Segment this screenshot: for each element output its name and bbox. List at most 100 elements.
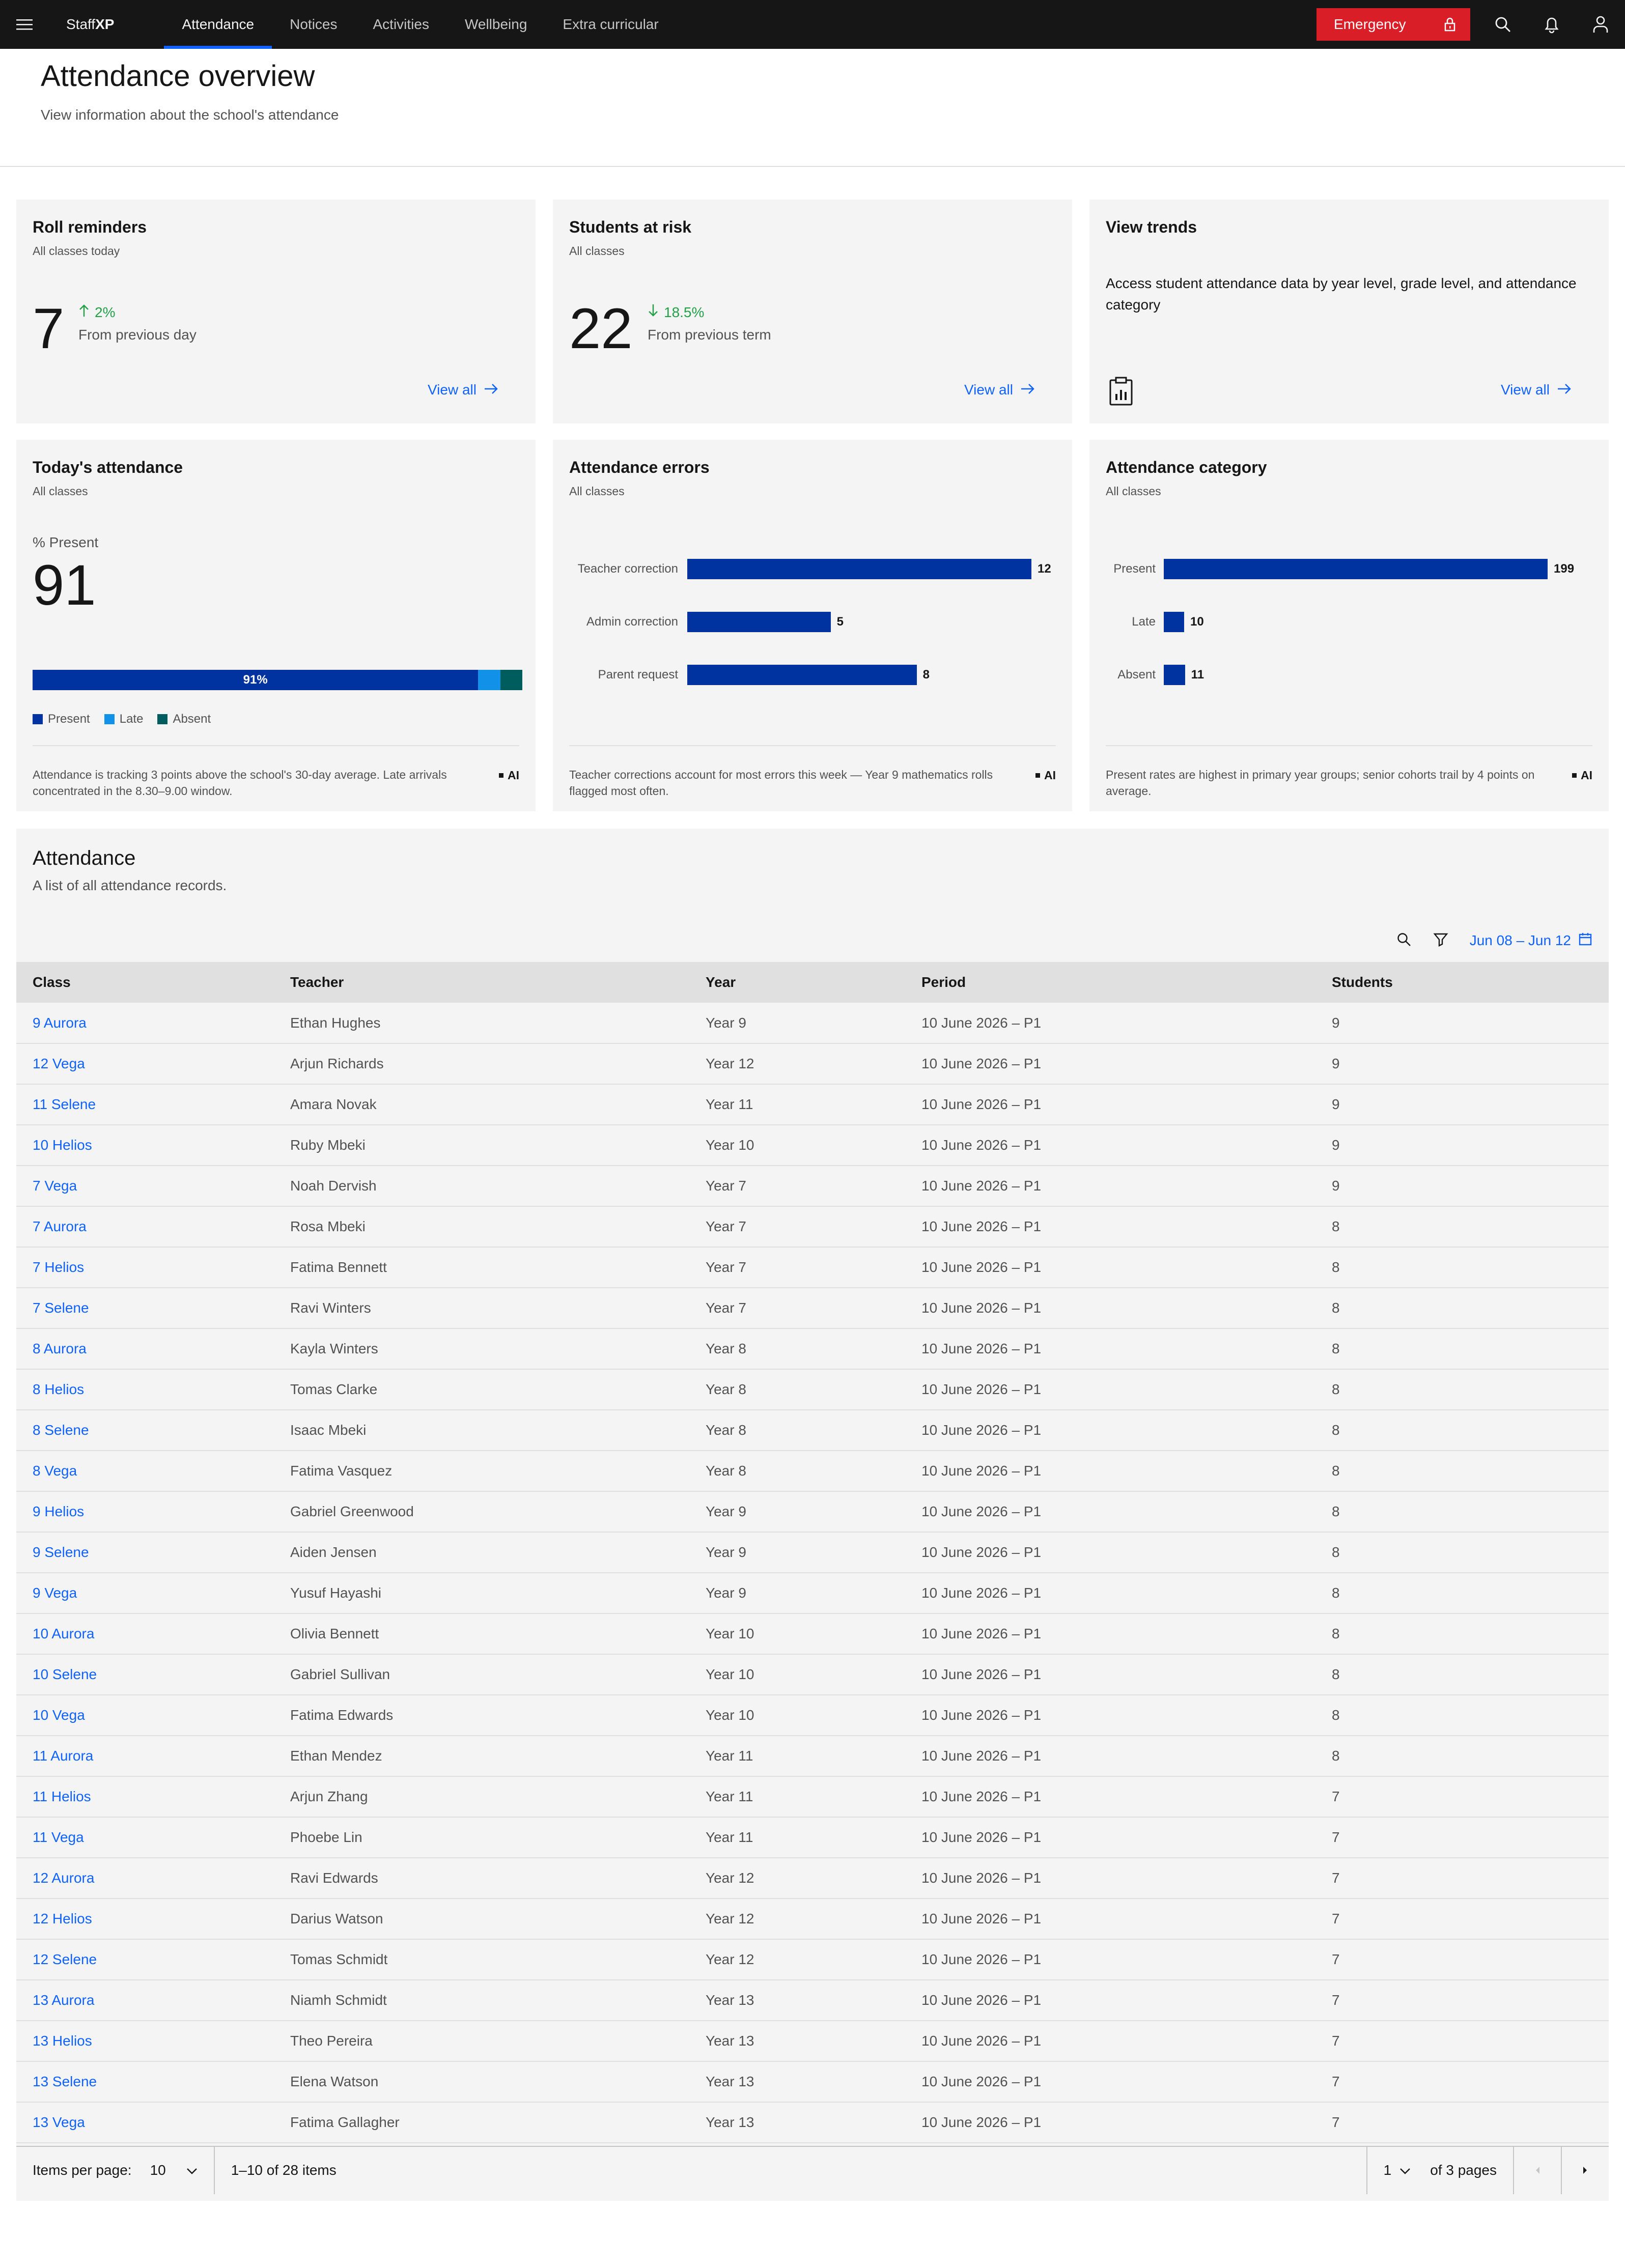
legend-swatch bbox=[33, 714, 43, 724]
cell-period: 10 June 2026 – P1 bbox=[905, 1573, 1315, 1614]
bar-teacher-correction[interactable] bbox=[687, 559, 1031, 579]
cell-year: Year 8 bbox=[689, 1328, 905, 1370]
class-link[interactable]: 12 Aurora bbox=[16, 1858, 274, 1899]
column-header-class[interactable]: Class bbox=[16, 962, 274, 1003]
class-link[interactable]: 10 Vega bbox=[16, 1695, 274, 1736]
class-link[interactable]: 13 Vega bbox=[16, 2102, 274, 2143]
view-all-link[interactable]: View all bbox=[428, 382, 499, 398]
search-icon[interactable] bbox=[1478, 0, 1527, 49]
next-page-button[interactable] bbox=[1561, 2146, 1609, 2194]
class-link[interactable]: 11 Vega bbox=[16, 1817, 274, 1858]
class-link[interactable]: 11 Aurora bbox=[16, 1736, 274, 1777]
cell-teacher: Amara Novak bbox=[274, 1084, 689, 1125]
class-link[interactable]: 7 Aurora bbox=[16, 1206, 274, 1248]
table-row: 9 Vega Yusuf Hayashi Year 9 10 June 2026 – … bbox=[16, 1573, 1609, 1614]
brand-logo[interactable]: StaffXP bbox=[66, 16, 114, 33]
class-link[interactable]: 13 Selene bbox=[16, 2061, 274, 2103]
cell-period: 10 June 2026 – P1 bbox=[905, 2102, 1315, 2143]
attendance-legend: Present Late Absent bbox=[33, 712, 211, 726]
class-link[interactable]: 13 Helios bbox=[16, 2021, 274, 2062]
cell-period: 10 June 2026 – P1 bbox=[905, 2021, 1315, 2062]
notification-icon[interactable] bbox=[1527, 0, 1576, 49]
card-subtitle: All classes today bbox=[33, 244, 120, 258]
cell-year: Year 7 bbox=[689, 1247, 905, 1288]
filter-icon[interactable] bbox=[1433, 932, 1448, 950]
class-link[interactable]: 10 Aurora bbox=[16, 1613, 274, 1655]
cell-period: 10 June 2026 – P1 bbox=[905, 1736, 1315, 1777]
user-icon[interactable] bbox=[1576, 0, 1625, 49]
table-subtitle: A list of all attendance records. bbox=[33, 877, 227, 893]
table-toolbar: Jun 08 – Jun 12 bbox=[1396, 925, 1592, 956]
nav-item-activities[interactable]: Activities bbox=[355, 0, 447, 49]
class-link[interactable]: 11 Helios bbox=[16, 1776, 274, 1818]
nav-item-attendance[interactable]: Attendance bbox=[164, 0, 272, 49]
class-link[interactable]: 12 Helios bbox=[16, 1898, 274, 1940]
roll-reminders-card: Roll reminders All classes today 7 2% Fr… bbox=[16, 200, 536, 423]
menu-icon[interactable] bbox=[0, 0, 49, 49]
table-row: 10 Selene Gabriel Sullivan Year 10 10 June … bbox=[16, 1654, 1609, 1695]
table-row: 7 Aurora Rosa Mbeki Year 7 10 June 2026 – P… bbox=[16, 1206, 1609, 1248]
view-trends-card: View trends Access student attendance da… bbox=[1089, 200, 1609, 423]
search-icon[interactable] bbox=[1396, 932, 1412, 950]
column-header-teacher[interactable]: Teacher bbox=[274, 962, 689, 1003]
students-at-risk-card: Students at risk All classes 22 18.5% Fr… bbox=[553, 200, 1072, 423]
cell-students: 8 bbox=[1315, 1328, 1609, 1370]
view-all-link[interactable]: View all bbox=[964, 382, 1035, 398]
class-link[interactable]: 8 Vega bbox=[16, 1451, 274, 1492]
attendance-stacked-bar: 91% bbox=[33, 670, 522, 690]
page-subtitle: View information about the school's atte… bbox=[41, 107, 339, 123]
bar-absent[interactable] bbox=[1164, 665, 1185, 685]
table-row: 11 Selene Amara Novak Year 11 10 June 2026 … bbox=[16, 1084, 1609, 1125]
class-link[interactable]: 7 Helios bbox=[16, 1247, 274, 1288]
cell-year: Year 7 bbox=[689, 1166, 905, 1207]
view-all-link[interactable]: View all bbox=[1501, 382, 1572, 398]
class-link[interactable]: 8 Helios bbox=[16, 1369, 274, 1410]
items-per-page-select[interactable]: 10 bbox=[150, 2162, 198, 2178]
class-link[interactable]: 12 Vega bbox=[16, 1043, 274, 1085]
class-link[interactable]: 13 Aurora bbox=[16, 1980, 274, 2021]
nav-item-extra-curricular[interactable]: Extra curricular bbox=[545, 0, 676, 49]
class-link[interactable]: 9 Aurora bbox=[16, 1003, 274, 1044]
column-header-year[interactable]: Year bbox=[689, 962, 905, 1003]
class-link[interactable]: 7 Vega bbox=[16, 1166, 274, 1207]
nav-item-wellbeing[interactable]: Wellbeing bbox=[447, 0, 545, 49]
prev-page-button[interactable] bbox=[1513, 2146, 1561, 2194]
cell-teacher: Ravi Edwards bbox=[274, 1858, 689, 1899]
class-link[interactable]: 9 Helios bbox=[16, 1491, 274, 1533]
cell-students: 9 bbox=[1315, 1043, 1609, 1085]
trend-indicator: 18.5% bbox=[648, 303, 704, 321]
cell-students: 7 bbox=[1315, 1817, 1609, 1858]
page-select[interactable]: 1 of 3 pages bbox=[1366, 2146, 1513, 2194]
column-header-students[interactable]: Students bbox=[1315, 962, 1609, 1003]
bar-present[interactable] bbox=[1164, 559, 1548, 579]
nav-item-notices[interactable]: Notices bbox=[272, 0, 355, 49]
calendar-icon bbox=[1578, 932, 1592, 950]
items-per-page-label: Items per page: bbox=[33, 2162, 132, 2178]
cell-period: 10 June 2026 – P1 bbox=[905, 1613, 1315, 1655]
bar-parent-request[interactable] bbox=[687, 665, 917, 685]
view-all-label: View all bbox=[964, 382, 1013, 398]
cell-period: 10 June 2026 – P1 bbox=[905, 1491, 1315, 1533]
arrow-down-icon bbox=[648, 303, 659, 321]
class-link[interactable]: 9 Selene bbox=[16, 1532, 274, 1573]
card-description: Access student attendance data by year l… bbox=[1106, 275, 1577, 313]
cell-teacher: Arjun Zhang bbox=[274, 1776, 689, 1818]
cell-period: 10 June 2026 – P1 bbox=[905, 1166, 1315, 1207]
column-header-period[interactable]: Period bbox=[905, 962, 1315, 1003]
cell-students: 8 bbox=[1315, 1573, 1609, 1614]
date-range-picker[interactable]: Jun 08 – Jun 12 bbox=[1470, 932, 1592, 950]
bar-late[interactable] bbox=[1164, 612, 1184, 632]
class-link[interactable]: 8 Selene bbox=[16, 1410, 274, 1451]
class-link[interactable]: 9 Vega bbox=[16, 1573, 274, 1614]
cell-teacher: Olivia Bennett bbox=[274, 1613, 689, 1655]
class-link[interactable]: 11 Selene bbox=[16, 1084, 274, 1125]
table-row: 10 Vega Fatima Edwards Year 10 10 June 2026… bbox=[16, 1695, 1609, 1736]
class-link[interactable]: 8 Aurora bbox=[16, 1328, 274, 1370]
cell-teacher: Tomas Clarke bbox=[274, 1369, 689, 1410]
emergency-button[interactable]: Emergency bbox=[1316, 8, 1470, 41]
class-link[interactable]: 12 Selene bbox=[16, 1939, 274, 1980]
class-link[interactable]: 7 Selene bbox=[16, 1288, 274, 1329]
bar-admin-correction[interactable] bbox=[687, 612, 831, 632]
class-link[interactable]: 10 Helios bbox=[16, 1125, 274, 1166]
class-link[interactable]: 10 Selene bbox=[16, 1654, 274, 1695]
